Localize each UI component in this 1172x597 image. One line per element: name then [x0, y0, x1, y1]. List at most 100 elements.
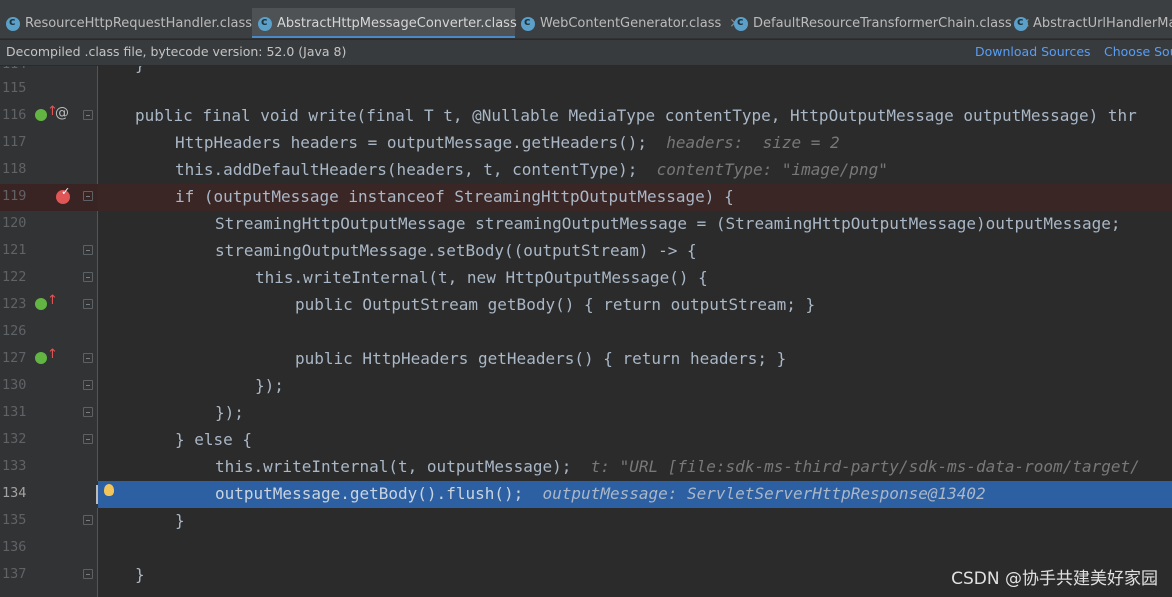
text-caret — [96, 485, 98, 504]
code-line[interactable]: 116 @ public final void write(final T t,… — [0, 103, 1172, 130]
code-text: if (outputMessage instanceof StreamingHt… — [175, 187, 734, 206]
fold-icon[interactable] — [83, 407, 93, 417]
code-statement: this.writeInternal(t, outputMessage); — [215, 457, 572, 476]
line-number: 135 — [2, 512, 27, 528]
tab-abstract-url-handler-map[interactable]: AbstractUrlHandlerMap — [1008, 8, 1172, 38]
line-number: 137 — [2, 566, 27, 582]
fold-icon[interactable] — [83, 299, 93, 309]
tab-resource-http-request-handler[interactable]: ResourceHttpRequestHandler.class × — [0, 8, 271, 38]
code-statement: outputMessage.getBody().flush(); — [215, 484, 524, 503]
inline-debug-value: contentType: "image/png" — [656, 160, 888, 179]
code-line[interactable]: 132 } else { — [0, 427, 1172, 454]
tab-label: AbstractUrlHandlerMap — [1033, 16, 1172, 31]
code-line[interactable]: 123 public OutputStream getBody() { retu… — [0, 292, 1172, 319]
inline-debug-value: headers: size = 2 — [666, 133, 840, 152]
notice-message: Decompiled .class file, bytecode version… — [6, 44, 347, 59]
execution-point-line[interactable]: 134 outputMessage.getBody().flush(); out… — [0, 481, 1172, 508]
fold-icon[interactable] — [83, 434, 93, 444]
fold-icon[interactable] — [83, 110, 93, 120]
code-text: StreamingHttpOutputMessage streamingOutp… — [215, 214, 1121, 233]
code-line[interactable]: 115 — [0, 76, 1172, 103]
annotation-icon[interactable]: @ — [55, 105, 69, 121]
fold-icon[interactable] — [83, 272, 93, 282]
code-text: HttpHeaders headers = outputMessage.getH… — [175, 133, 840, 152]
code-text: this.writeInternal(t, outputMessage); t:… — [215, 457, 1140, 476]
line-number: 115 — [2, 80, 27, 96]
tab-label: ResourceHttpRequestHandler.class — [25, 16, 253, 31]
choose-sources-link[interactable]: Choose Sou — [1104, 44, 1172, 59]
lightbulb-icon[interactable] — [104, 484, 114, 496]
line-number: 127 — [2, 350, 27, 366]
implements-method-icon[interactable] — [35, 293, 58, 310]
class-file-icon — [1014, 15, 1028, 31]
fold-icon[interactable] — [83, 191, 93, 201]
code-text: this.writeInternal(t, new HttpOutputMess… — [255, 268, 708, 287]
code-text: } — [135, 66, 145, 74]
code-line[interactable]: 130 }); — [0, 373, 1172, 400]
code-text: streamingOutputMessage.setBody((outputSt… — [215, 241, 697, 260]
tab-abstract-http-message-converter[interactable]: AbstractHttpMessageConverter.class × — [252, 8, 536, 38]
tab-web-content-generator[interactable]: WebContentGenerator.class × — [515, 8, 740, 38]
code-text: }); — [215, 403, 244, 422]
code-editor[interactable]: 114 } 115 116 @ public final void write(… — [0, 66, 1172, 597]
editor-tab-bar: ResourceHttpRequestHandler.class × Abstr… — [0, 8, 1172, 39]
line-number: 116 — [2, 107, 27, 123]
download-sources-link[interactable]: Download Sources — [975, 44, 1091, 59]
fold-icon[interactable] — [83, 569, 93, 579]
line-number: 121 — [2, 242, 27, 258]
line-number: 117 — [2, 134, 27, 150]
breadcrumb — [0, 0, 1172, 8]
line-number: 132 — [2, 431, 27, 447]
code-line[interactable]: 118 this.addDefaultHeaders(headers, t, c… — [0, 157, 1172, 184]
tab-default-resource-transformer-chain[interactable]: DefaultResourceTransformerChain.class × — [728, 8, 1031, 38]
code-text: } — [175, 511, 185, 530]
code-text: public OutputStream getBody() { return o… — [295, 295, 816, 314]
fold-icon[interactable] — [83, 380, 93, 390]
breakpoint-line[interactable]: 119 if (outputMessage instanceof Streami… — [0, 184, 1172, 211]
breakpoint-icon[interactable] — [56, 185, 70, 204]
class-file-icon — [521, 15, 535, 31]
code-line[interactable]: 136 — [0, 535, 1172, 562]
tab-label: DefaultResourceTransformerChain.class — [753, 16, 1012, 31]
code-text: public HttpHeaders getHeaders() { return… — [295, 349, 787, 368]
line-number: 118 — [2, 161, 27, 177]
fold-icon[interactable] — [83, 353, 93, 363]
class-file-icon — [6, 15, 20, 31]
line-number: 133 — [2, 458, 27, 474]
line-number: 119 — [2, 188, 27, 204]
code-line[interactable]: 120 StreamingHttpOutputMessage streaming… — [0, 211, 1172, 238]
code-text: outputMessage.getBody().flush(); outputM… — [215, 484, 986, 503]
implements-method-icon[interactable] — [35, 347, 58, 364]
code-line[interactable]: 135 } — [0, 508, 1172, 535]
class-file-icon — [734, 15, 748, 31]
code-line[interactable]: 122 this.writeInternal(t, new HttpOutput… — [0, 265, 1172, 292]
watermark: CSDN @协手共建美好家园 — [951, 569, 1158, 589]
code-text: }); — [255, 376, 284, 395]
implements-method-icon[interactable] — [35, 104, 58, 121]
line-number: 123 — [2, 296, 27, 312]
decompiled-notice-bar: Decompiled .class file, bytecode version… — [0, 40, 1172, 66]
class-file-icon — [258, 15, 272, 31]
line-number: 136 — [2, 539, 27, 555]
code-line[interactable]: 131 }); — [0, 400, 1172, 427]
fold-icon[interactable] — [83, 515, 93, 525]
fold-icon[interactable] — [83, 245, 93, 255]
code-line[interactable]: 127 public HttpHeaders getHeaders() { re… — [0, 346, 1172, 373]
line-number: 114 — [2, 66, 32, 72]
code-line[interactable]: 126 — [0, 319, 1172, 346]
code-statement: HttpHeaders headers = outputMessage.getH… — [175, 133, 648, 152]
code-line[interactable]: 117 HttpHeaders headers = outputMessage.… — [0, 130, 1172, 157]
inline-debug-value: t: "URL [file:sdk-ms-third-party/sdk-ms-… — [590, 457, 1140, 476]
code-text: } else { — [175, 430, 253, 449]
tab-label: AbstractHttpMessageConverter.class — [277, 16, 517, 31]
line-number: 130 — [2, 377, 27, 393]
code-line[interactable]: 133 this.writeInternal(t, outputMessage)… — [0, 454, 1172, 481]
code-line[interactable]: 121 streamingOutputMessage.setBody((outp… — [0, 238, 1172, 265]
line-number: 131 — [2, 404, 27, 420]
code-text: this.addDefaultHeaders(headers, t, conte… — [175, 160, 888, 179]
inline-debug-value: outputMessage: ServletServerHttpResponse… — [542, 484, 986, 503]
line-number: 134 — [2, 485, 27, 501]
code-statement: this.addDefaultHeaders(headers, t, conte… — [175, 160, 638, 179]
line-number: 122 — [2, 269, 27, 285]
code-text: } — [135, 565, 145, 584]
